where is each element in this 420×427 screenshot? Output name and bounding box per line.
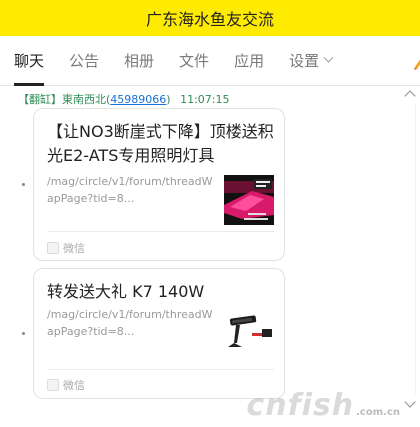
link-card-thumbnail	[224, 307, 274, 357]
link-card-title: 【让NO3断崖式下降】顶楼送积光E2-ATS专用照明灯具	[47, 122, 274, 165]
tab-files[interactable]: 文件	[179, 36, 209, 86]
link-card[interactable]: 【让NO3断崖式下降】顶楼送积光E2-ATS专用照明灯具 /mag/circle…	[33, 108, 285, 261]
message-time: 11:07:15	[180, 93, 230, 106]
link-card-title: 转发送大礼 K7 140W	[47, 282, 205, 301]
chevron-down-icon	[323, 52, 334, 63]
tab-apps[interactable]: 应用	[234, 36, 264, 86]
link-card-source: 微信	[47, 377, 85, 393]
tab-announcement[interactable]: 公告	[69, 36, 99, 86]
tab-bar: 聊天 公告 相册 文件 应用 设置	[0, 36, 420, 86]
tab-album[interactable]: 相册	[124, 36, 154, 86]
link-card-divider	[47, 231, 274, 232]
watermark-logo: cnfish .com.cn	[246, 388, 400, 423]
scroll-down-icon[interactable]	[404, 396, 416, 408]
app-icon	[47, 242, 59, 254]
link-card-url: /mag/circle/v1/forum/threadWapPage?tid=8…	[47, 308, 213, 338]
message-bullet	[22, 332, 25, 335]
link-card[interactable]: 转发送大礼 K7 140W /mag/circle/v1/forum/threa…	[33, 268, 285, 399]
tab-settings[interactable]: 设置	[289, 36, 334, 86]
window-title: 广东海水鱼友交流	[145, 10, 274, 29]
message-sender-line: 【翻缸】東南西北(45989066) 11:07:15	[18, 93, 230, 106]
pencil-icon[interactable]	[412, 52, 420, 70]
scroll-up-icon[interactable]	[404, 90, 416, 102]
link-card-source: 微信	[47, 240, 85, 256]
link-card-url: /mag/circle/v1/forum/threadWapPage?tid=8…	[47, 175, 213, 205]
link-card-thumbnail	[224, 175, 274, 225]
tab-chat[interactable]: 聊天	[14, 36, 45, 86]
sender-name: 東南西北	[62, 93, 106, 106]
sender-tag: 【翻缸】	[18, 93, 62, 106]
scrollbar-track[interactable]	[415, 104, 416, 394]
window-title-bar: 广东海水鱼友交流	[0, 0, 420, 36]
app-icon	[47, 379, 59, 391]
link-card-divider	[47, 369, 274, 370]
message-bullet	[22, 183, 25, 186]
sender-id-link[interactable]: 45989066	[110, 93, 166, 106]
